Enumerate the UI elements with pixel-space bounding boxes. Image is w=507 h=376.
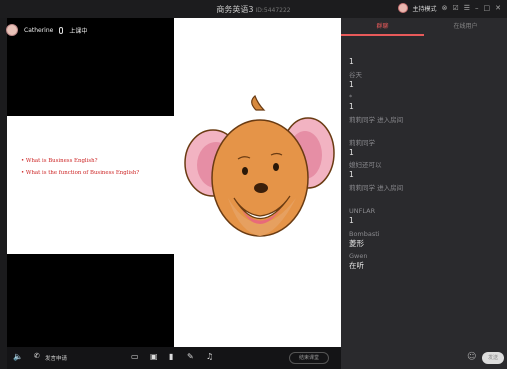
chat-text: 在听	[349, 261, 364, 271]
host-info: Catherine 上课中	[6, 24, 87, 36]
share-icon[interactable]: ☑	[452, 4, 458, 12]
minimize-icon[interactable]: –	[475, 4, 479, 12]
system-text: 莉莉同学 进入房间	[349, 116, 404, 125]
microphone-toggle-icon[interactable]: ▮	[169, 352, 173, 361]
mouse-cartoon-image	[184, 94, 335, 237]
chat-message: 1	[349, 48, 499, 71]
mode-label: 主持模式	[412, 5, 437, 13]
system-text: 莉莉同学 进入房间	[349, 184, 404, 193]
chat-sender: 谷天	[349, 70, 362, 79]
chat-text: 1	[349, 102, 354, 112]
chat-text: 1	[349, 170, 354, 180]
edit-icon[interactable]: ✎	[187, 352, 194, 361]
chat-message: 媳妇还可以 1	[349, 161, 499, 184]
close-icon[interactable]: ✕	[495, 4, 501, 12]
chat-text: 1	[349, 79, 354, 89]
chat-sender: UNFLAR	[349, 206, 376, 215]
chat-input-row[interactable]: ☺ 发送	[341, 347, 507, 369]
host-status: 上课中	[69, 27, 88, 35]
chat-text: 1	[349, 147, 354, 157]
chat-sender: Gwen	[349, 252, 368, 261]
panel-tabs: 群聊 在线用户	[341, 18, 507, 36]
chat-sender: 媳妇还可以	[349, 161, 382, 170]
chat-message: 莉莉同学 1	[349, 139, 499, 162]
system-message: 莉莉同学 进入房间	[349, 184, 499, 207]
emoji-icon[interactable]: ☺	[467, 352, 476, 362]
slide-bullet: What is Business English?	[21, 158, 139, 164]
menu-icon[interactable]: ☰	[464, 4, 470, 12]
user-avatar[interactable]	[397, 3, 408, 13]
chat-message: Gwen 在听	[349, 252, 499, 275]
chat-messages: 1 谷天 1 * 1 莉莉同学 进入房间 莉莉同学 1 媳妇还可以 1 莉莉同学…	[349, 48, 499, 275]
end-class-button[interactable]: 结束课堂	[289, 352, 329, 364]
chat-message: 谷天 1	[349, 71, 499, 94]
screen-share-icon[interactable]: ▣	[150, 352, 158, 361]
chat-sender	[349, 48, 499, 57]
room-id: ID:5447222	[255, 7, 291, 14]
microphone-icon	[59, 26, 64, 34]
music-icon[interactable]: ♫	[206, 352, 213, 361]
maximize-icon[interactable]: □	[484, 4, 491, 12]
title-bar: 商务英语3 ID:5447222 主持模式 ⊗ ☑ ☰ – □ ✕	[0, 0, 507, 18]
chat-sender: *	[349, 93, 353, 102]
tab-online-users[interactable]: 在线用户	[424, 18, 507, 36]
tab-group-chat[interactable]: 群聊	[341, 18, 424, 36]
chat-message: UNFLAR 1	[349, 207, 499, 230]
hand-raise-button[interactable]: 发言申请	[45, 354, 67, 362]
chat-sender: 莉莉同学	[349, 138, 375, 147]
send-button[interactable]: 发送	[482, 352, 504, 364]
camera-icon[interactable]: ▭	[131, 352, 139, 361]
chat-text: 1	[349, 215, 354, 225]
settings-icon[interactable]: ⊗	[442, 4, 448, 12]
chat-text: 菱形	[349, 238, 364, 248]
speaker-icon[interactable]: 🔈	[13, 352, 23, 361]
chat-sender: Bombasti	[349, 229, 380, 238]
host-avatar	[6, 24, 18, 36]
slide-bullet: What is the function of Business English…	[21, 170, 139, 176]
bottom-toolbar: 🔈 ✆ 发言申请 ▭ ▣ ▮ ✎ ♫ 结束课堂	[7, 347, 341, 369]
chat-message: * 1	[349, 93, 499, 116]
phone-icon[interactable]: ✆	[34, 352, 40, 360]
bottom-border	[0, 369, 507, 376]
system-message: 莉莉同学 进入房间	[349, 116, 499, 139]
chat-message: Bombasti 菱形	[349, 230, 499, 253]
participant-video	[174, 18, 341, 347]
host-name: Catherine	[24, 26, 54, 34]
chat-panel: 群聊 在线用户 1 谷天 1 * 1 莉莉同学 进入房间 莉莉同学 1 媳妇还可…	[341, 18, 507, 369]
presentation-slide: What is Business English? What is the fu…	[7, 116, 174, 254]
chat-text: 1	[349, 57, 354, 66]
